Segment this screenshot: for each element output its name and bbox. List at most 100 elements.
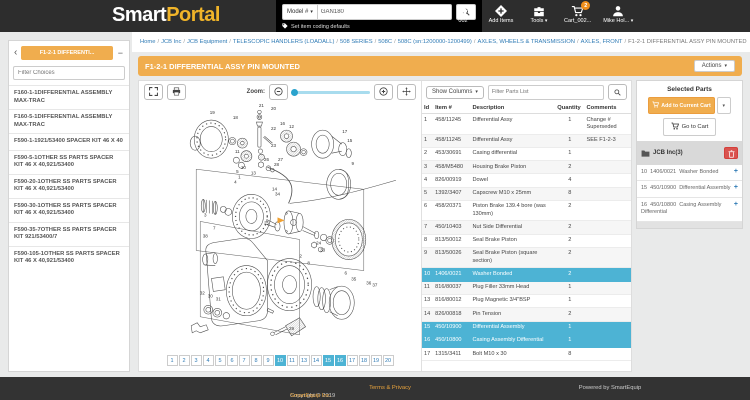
- sidebar-section-item[interactable]: F590-35-7OTHER SS PARTS SPACER KIT 921/5…: [9, 222, 129, 246]
- parts-table-row[interactable]: 1458/11245Differential Assy1Change # Sup…: [422, 114, 631, 135]
- show-columns-button[interactable]: Show Columns▾: [426, 86, 484, 99]
- sidebar-minimize-button[interactable]: −: [116, 48, 125, 58]
- parts-table-row[interactable]: 101406/0021Washer Bonded2: [422, 268, 631, 281]
- breadcrumb-item[interactable]: AXLES, FRONT: [581, 39, 623, 45]
- hotspot-page-button[interactable]: 3: [191, 355, 202, 366]
- breadcrumb-item[interactable]: JCB Inc: [161, 39, 181, 45]
- breadcrumb-item[interactable]: AXLES, WHEELS & TRANSMISSION: [477, 39, 575, 45]
- nav-cart[interactable]: Cart_002...2: [564, 4, 591, 24]
- hotspot-page-button[interactable]: 13: [299, 355, 310, 366]
- hotspot-page-button[interactable]: 18: [359, 355, 370, 366]
- svg-text:28: 28: [274, 162, 280, 167]
- terms-privacy-link[interactable]: Terms & Privacy: [330, 385, 450, 391]
- svg-text:10: 10: [241, 165, 247, 170]
- hotspot-page-button[interactable]: 4: [203, 355, 214, 366]
- svg-text:33: 33: [320, 248, 326, 253]
- add-part-plus-icon[interactable]: +: [734, 202, 738, 217]
- delete-group-button[interactable]: [724, 147, 738, 159]
- parts-table-row[interactable]: 51392/3407Capscrew M10 x 25mm8: [422, 187, 631, 200]
- zoom-slider-knob[interactable]: [291, 89, 298, 96]
- parts-table-row[interactable]: 8813/50012Seal Brake Piston2: [422, 234, 631, 247]
- breadcrumb-item[interactable]: Home: [140, 39, 155, 45]
- breadcrumb-item[interactable]: TELESCOPIC HANDLERS (LOADALL): [233, 39, 334, 45]
- parts-table-row[interactable]: 1458/11245Differential Assy1SEE F1-2-3: [422, 134, 631, 147]
- sidebar-section-item[interactable]: F590-5-1OTHER SS PARTS SPACER KIT 46 X 4…: [9, 150, 129, 174]
- breadcrumb-item[interactable]: 508C (sn:1200000-1200499): [398, 39, 472, 45]
- hotspot-page-button[interactable]: 1: [167, 355, 178, 366]
- hotspot-page-button[interactable]: 6: [227, 355, 238, 366]
- svg-text:21: 21: [259, 103, 265, 108]
- parts-search-button[interactable]: [608, 84, 627, 100]
- zoom-slider[interactable]: [292, 91, 370, 94]
- hotspot-page-button[interactable]: 14: [311, 355, 322, 366]
- zoom-out-button[interactable]: [269, 84, 288, 100]
- sidebar-collapse-button[interactable]: ‹: [13, 49, 18, 57]
- hotspot-page-button[interactable]: 10: [275, 355, 286, 366]
- hotspot-page-button[interactable]: 5: [215, 355, 226, 366]
- parts-table-header: IdItem #DescriptionQuantityComments: [422, 103, 631, 114]
- hotspot-page-button[interactable]: 9: [263, 355, 274, 366]
- sidebar-current-section-button[interactable]: F1-2-1 DIFFERENTI...: [21, 46, 112, 60]
- parts-table-row[interactable]: 16450/10800Casing Assembly Differential1: [422, 334, 631, 347]
- breadcrumb-item[interactable]: 508 SERIES: [340, 39, 373, 45]
- parts-table-row[interactable]: 6458/20371Piston Brake 139.4 bore (was 1…: [422, 200, 631, 221]
- parts-table-scroll[interactable]: IdItem #DescriptionQuantityComments 1458…: [422, 103, 631, 371]
- print-button[interactable]: [167, 84, 186, 100]
- smartequip-link[interactable]: SmartEquip Inc.: [290, 393, 331, 399]
- caret-down-icon: ▾: [475, 89, 478, 95]
- nav-branch[interactable]: 002: [450, 4, 476, 24]
- nav-tools[interactable]: Tools ▾: [526, 4, 552, 24]
- hotspot-page-button[interactable]: 15: [323, 355, 334, 366]
- model-search-input[interactable]: [318, 4, 452, 20]
- model-type-dropdown[interactable]: Model #▾: [282, 4, 318, 20]
- parts-table-row[interactable]: 9813/50026Seal Brake Piston (square sect…: [422, 247, 631, 268]
- hotspot-page-button[interactable]: 7: [239, 355, 250, 366]
- diagram-selection-marker: [277, 217, 284, 223]
- svg-text:4: 4: [234, 179, 237, 184]
- smartportal-logo[interactable]: SmartPortal: [112, 4, 220, 27]
- fullscreen-button[interactable]: [144, 84, 163, 100]
- sidebar-section-item[interactable]: F160-1-1DIFFERENTIAL ASSEMBLY MAX-TRAC: [9, 85, 129, 109]
- sidebar-section-item[interactable]: F590-1-1921/53400 SPACER KIT 46 X 40: [9, 133, 129, 150]
- cart-icon: [652, 101, 659, 110]
- add-to-cart-options-button[interactable]: ▾: [717, 97, 731, 114]
- actions-button[interactable]: Actions▾: [694, 60, 735, 72]
- hotspot-page-button[interactable]: 19: [371, 355, 382, 366]
- set-item-coding-defaults-link[interactable]: Set item coding defaults: [282, 23, 476, 31]
- sidebar-section-item[interactable]: F590-30-1OTHER SS PARTS SPACER KIT 46 X …: [9, 198, 129, 222]
- sidebar-section-item[interactable]: F590-20-1OTHER SS PARTS SPACER KIT 46 X …: [9, 174, 129, 198]
- add-to-current-cart-button[interactable]: Add to Current Cart: [648, 97, 714, 114]
- filter-parts-input[interactable]: [488, 85, 604, 100]
- breadcrumb-separator: /: [183, 39, 185, 45]
- add-part-plus-icon[interactable]: +: [734, 185, 738, 192]
- parts-table-row[interactable]: 3458/M5480Housing Brake Piston2: [422, 161, 631, 174]
- svg-text:30: 30: [208, 294, 214, 299]
- go-to-cart-button[interactable]: Go to Cart: [663, 118, 717, 136]
- parts-table-row[interactable]: 13816/80012Plug Magnetic 3/4"BSP1: [422, 294, 631, 307]
- breadcrumb-item[interactable]: JCB Equipment: [187, 39, 227, 45]
- parts-table-row[interactable]: 4826/00919Dowel4: [422, 174, 631, 187]
- hotspot-page-button[interactable]: 16: [335, 355, 346, 366]
- nav-add-items[interactable]: Add Items: [488, 4, 514, 24]
- hotspot-page-button[interactable]: 17: [347, 355, 358, 366]
- parts-table-row[interactable]: 171315/3411Bolt M10 x 308: [422, 348, 631, 361]
- exploded-parts-diagram[interactable]: 1918212022232628271612111013171595143414…: [139, 103, 421, 352]
- parts-table-row[interactable]: 11816/80037Plug Filler 33mm Head1: [422, 281, 631, 294]
- parts-table-row[interactable]: 15450/10900Differential Assembly1: [422, 321, 631, 334]
- pan-button[interactable]: [397, 84, 416, 100]
- hotspot-page-button[interactable]: 20: [383, 355, 394, 366]
- sidebar-section-item[interactable]: F590-105-1OTHER SS PARTS SPACER KIT 46 X…: [9, 246, 129, 270]
- parts-table-row[interactable]: 2453/30691Casing differential1: [422, 147, 631, 160]
- breadcrumb-item[interactable]: 508C: [378, 39, 392, 45]
- hotspot-page-button[interactable]: 2: [179, 355, 190, 366]
- hotspot-page-button[interactable]: 11: [287, 355, 298, 366]
- hotspot-page-button[interactable]: 8: [251, 355, 262, 366]
- zoom-in-button[interactable]: [374, 84, 393, 100]
- sidebar-item-list: F160-1-1DIFFERENTIAL ASSEMBLY MAX-TRACF1…: [9, 85, 129, 270]
- parts-table-row[interactable]: 7450/10403Nut Side Differential2: [422, 221, 631, 234]
- add-part-plus-icon[interactable]: +: [734, 169, 738, 176]
- filter-choices-input[interactable]: [13, 66, 125, 80]
- sidebar-section-item[interactable]: F160-5-1DIFFERENTIAL ASSEMBLY MAX-TRAC: [9, 109, 129, 133]
- parts-table-row[interactable]: 14826/00818Pin Tension2: [422, 308, 631, 321]
- nav-user[interactable]: Mike Hol... ▾: [603, 4, 633, 24]
